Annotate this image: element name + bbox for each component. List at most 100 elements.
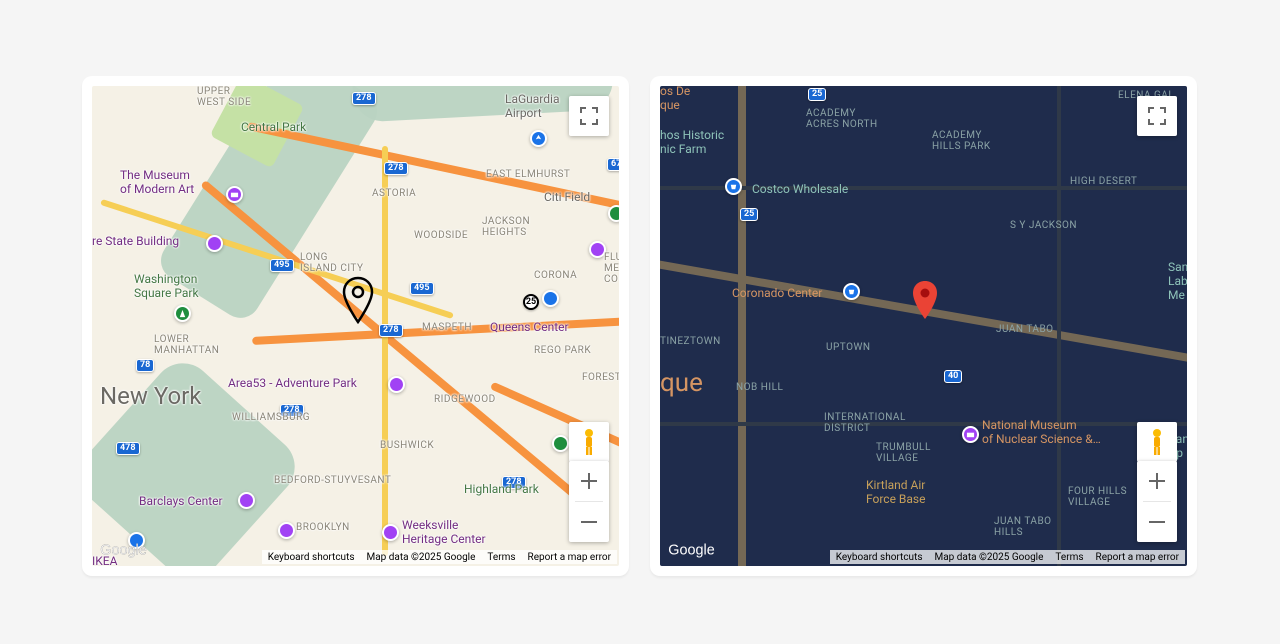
area-wb: WILLIAMSBURG (232, 412, 310, 423)
label-esb: re State Building (92, 234, 179, 248)
map-nyc[interactable]: 278 278 278 278 278 495 495 478 78 678 2… (92, 86, 619, 566)
fullscreen-icon (1148, 107, 1166, 125)
area-hd: HIGH DESERT (1070, 176, 1137, 187)
poi-museum-dot[interactable] (962, 426, 979, 443)
minus-icon (1149, 514, 1165, 530)
road-gy (1057, 86, 1061, 566)
terms-link[interactable]: Terms (1049, 550, 1089, 564)
label-hp: Highland Park (464, 482, 539, 496)
shield-i40: 40 (944, 370, 962, 383)
area-ee: EAST ELMHURST (486, 169, 570, 180)
road-g2 (660, 422, 1187, 426)
label-central: Central Park (241, 120, 306, 134)
pegman-icon (579, 428, 599, 456)
attribution-text: Map data ©2025 Google (361, 550, 482, 564)
zoom-control (569, 461, 609, 542)
poi-qcshop-dot[interactable] (542, 290, 559, 307)
report-error-link[interactable]: Report a map error (522, 550, 617, 564)
area-up: UPTOWN (826, 342, 871, 353)
poi-esb-dot[interactable] (206, 235, 223, 252)
google-logo: Google (99, 540, 161, 560)
map-footer: Keyboard shortcuts Map data ©2025 Google… (262, 550, 617, 564)
plus-icon (581, 473, 597, 489)
poi-costco-dot[interactable] (725, 178, 742, 195)
area-syj: S Y JACKSON (1010, 220, 1077, 231)
pegman-button[interactable] (569, 422, 609, 462)
label-citi: Citi Field (544, 190, 590, 204)
poi-brookmus-dot[interactable] (278, 522, 295, 539)
keyboard-shortcuts-link[interactable]: Keyboard shortcuts (830, 550, 929, 564)
fullscreen-button[interactable] (1137, 96, 1177, 136)
shield-i678: 678 (607, 158, 619, 171)
label-historic: hos Historic nic Farm (660, 128, 724, 156)
area-tz: TINEZTOWN (660, 336, 721, 347)
area-fo: FOREST (582, 372, 619, 383)
shield-i495-a: 495 (270, 259, 294, 272)
poi-a53-dot[interactable] (388, 376, 405, 393)
zoom-in-button[interactable] (1137, 461, 1177, 501)
label-barclays: Barclays Center (139, 494, 223, 508)
area-nh: NOB HILL (736, 382, 783, 393)
poi-moma-dot[interactable] (226, 186, 243, 203)
label-a53: Area53 - Adventure Park (228, 376, 357, 390)
area-fl: FLU ME CO (604, 252, 619, 285)
poi-barclays-dot[interactable] (238, 492, 255, 509)
svg-text:Google: Google (668, 543, 714, 559)
zoom-out-button[interactable] (1137, 502, 1177, 542)
area-mp: MASPETH (422, 322, 472, 333)
pegman-icon (1147, 428, 1167, 456)
label-moma: The Museum of Modern Art (120, 168, 194, 196)
shield-i495-b: 495 (410, 282, 434, 295)
area-bk: BROOKLYN (296, 522, 350, 533)
label-nyc: New York (100, 382, 201, 410)
area-uws: UPPER WEST SIDE (197, 86, 251, 108)
area-jh: JACKSON HEIGHTS (482, 216, 530, 238)
zoom-out-button[interactable] (569, 502, 609, 542)
area-ws: WOODSIDE (414, 230, 468, 241)
terms-link[interactable]: Terms (481, 550, 521, 564)
map-marker-red[interactable] (910, 279, 940, 321)
road-i25 (738, 86, 746, 566)
svg-text:Google: Google (100, 543, 146, 559)
area-jth: JUAN TABO HILLS (994, 516, 1052, 538)
area-bs: BEDFORD-STUYVESANT (274, 475, 391, 486)
area-rp: REGO PARK (534, 345, 591, 356)
label-lga: LaGuardia Airport (505, 92, 559, 120)
shield-i78: 78 (136, 359, 154, 372)
label-coronado: Coronado Center (732, 286, 822, 300)
poi-coronado-dot[interactable] (843, 283, 860, 300)
area-id: INTERNATIONAL DISTRICT (824, 412, 906, 434)
label-museum: National Museum of Nuclear Science &… (982, 418, 1101, 446)
label-wsp: Washington Square Park (134, 272, 199, 300)
map-albuquerque[interactable]: 25 25 40 Costco Wholesale Coronado Cente… (660, 86, 1187, 566)
minus-icon (581, 514, 597, 530)
attribution-text: Map data ©2025 Google (929, 550, 1050, 564)
area-ast: ASTORIA (372, 188, 416, 199)
shield-i278-a: 278 (352, 92, 376, 105)
zoom-in-button[interactable] (569, 461, 609, 501)
fullscreen-button[interactable] (569, 96, 609, 136)
map-footer: Keyboard shortcuts Map data ©2025 Google… (830, 550, 1185, 564)
area-lm: LOWER MANHATTAN (154, 334, 219, 356)
area-bw: BUSHWICK (380, 440, 434, 451)
label-abq: que (660, 368, 703, 398)
map-marker-custom[interactable] (340, 276, 376, 326)
poi-wsp-dot[interactable] (174, 305, 191, 322)
poi-hprec-dot[interactable] (552, 435, 569, 452)
poi-weeks-dot[interactable] (382, 524, 399, 541)
shield-i278-d: 278 (379, 324, 403, 337)
plus-icon (1149, 473, 1165, 489)
area-tv: TRUMBULL VILLAGE (876, 442, 931, 464)
shield-i25-b: 25 (740, 208, 758, 221)
poi-citi-dot[interactable] (608, 205, 619, 222)
poi-lga-dot[interactable] (530, 130, 547, 147)
shield-i478: 478 (116, 442, 140, 455)
area-lic: LONG ISLAND CITY (300, 252, 363, 274)
area-co: CORONA (534, 270, 577, 281)
keyboard-shortcuts-link[interactable]: Keyboard shortcuts (262, 550, 361, 564)
area-jt: JUAN TABO (996, 324, 1054, 335)
pegman-button[interactable] (1137, 422, 1177, 462)
shield-us25: 25 (523, 294, 539, 310)
report-error-link[interactable]: Report a map error (1090, 550, 1185, 564)
area-rw: RIDGEWOOD (434, 394, 496, 405)
